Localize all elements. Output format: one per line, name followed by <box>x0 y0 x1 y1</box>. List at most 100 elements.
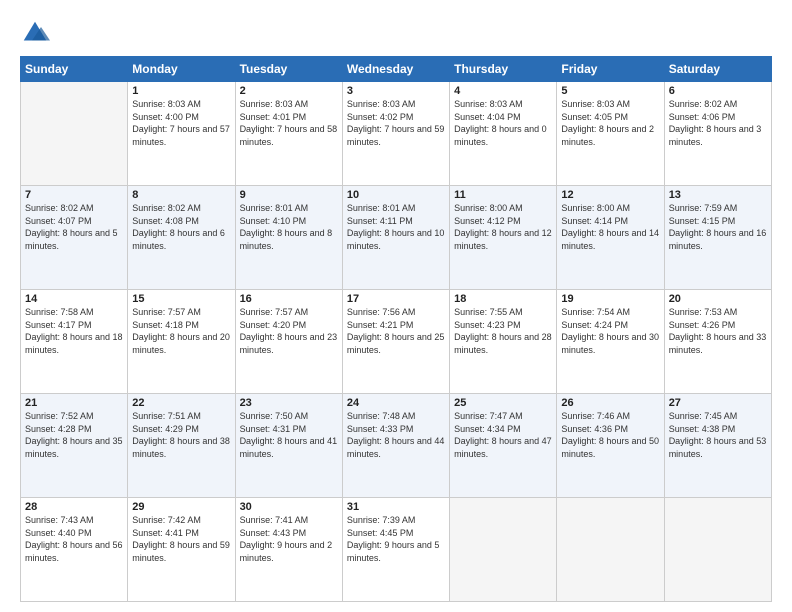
day-info: Sunrise: 7:42 AMSunset: 4:41 PMDaylight:… <box>132 514 230 564</box>
day-number: 16 <box>240 293 338 305</box>
day-number: 22 <box>132 397 230 409</box>
day-info: Sunrise: 7:41 AMSunset: 4:43 PMDaylight:… <box>240 514 338 564</box>
calendar-cell <box>557 498 664 602</box>
day-info: Sunrise: 8:03 AMSunset: 4:04 PMDaylight:… <box>454 98 552 148</box>
day-number: 7 <box>25 189 123 201</box>
calendar-cell: 21Sunrise: 7:52 AMSunset: 4:28 PMDayligh… <box>21 394 128 498</box>
calendar-cell: 11Sunrise: 8:00 AMSunset: 4:12 PMDayligh… <box>450 186 557 290</box>
logo <box>20 18 54 48</box>
day-number: 9 <box>240 189 338 201</box>
day-number: 26 <box>561 397 659 409</box>
day-info: Sunrise: 7:55 AMSunset: 4:23 PMDaylight:… <box>454 306 552 356</box>
calendar-cell: 22Sunrise: 7:51 AMSunset: 4:29 PMDayligh… <box>128 394 235 498</box>
calendar-cell: 6Sunrise: 8:02 AMSunset: 4:06 PMDaylight… <box>664 82 771 186</box>
day-number: 10 <box>347 189 445 201</box>
day-number: 24 <box>347 397 445 409</box>
day-info: Sunrise: 7:39 AMSunset: 4:45 PMDaylight:… <box>347 514 445 564</box>
day-info: Sunrise: 7:50 AMSunset: 4:31 PMDaylight:… <box>240 410 338 460</box>
week-row-2: 7Sunrise: 8:02 AMSunset: 4:07 PMDaylight… <box>21 186 772 290</box>
day-info: Sunrise: 8:00 AMSunset: 4:14 PMDaylight:… <box>561 202 659 252</box>
day-number: 28 <box>25 501 123 513</box>
calendar-cell: 28Sunrise: 7:43 AMSunset: 4:40 PMDayligh… <box>21 498 128 602</box>
weekday-header-friday: Friday <box>557 57 664 82</box>
day-info: Sunrise: 8:02 AMSunset: 4:08 PMDaylight:… <box>132 202 230 252</box>
day-info: Sunrise: 7:48 AMSunset: 4:33 PMDaylight:… <box>347 410 445 460</box>
day-info: Sunrise: 8:00 AMSunset: 4:12 PMDaylight:… <box>454 202 552 252</box>
page: SundayMondayTuesdayWednesdayThursdayFrid… <box>0 0 792 612</box>
day-info: Sunrise: 7:45 AMSunset: 4:38 PMDaylight:… <box>669 410 767 460</box>
day-number: 4 <box>454 85 552 97</box>
day-number: 30 <box>240 501 338 513</box>
weekday-header-wednesday: Wednesday <box>342 57 449 82</box>
day-info: Sunrise: 7:59 AMSunset: 4:15 PMDaylight:… <box>669 202 767 252</box>
week-row-3: 14Sunrise: 7:58 AMSunset: 4:17 PMDayligh… <box>21 290 772 394</box>
calendar-cell: 31Sunrise: 7:39 AMSunset: 4:45 PMDayligh… <box>342 498 449 602</box>
day-number: 23 <box>240 397 338 409</box>
calendar-cell: 8Sunrise: 8:02 AMSunset: 4:08 PMDaylight… <box>128 186 235 290</box>
day-info: Sunrise: 8:02 AMSunset: 4:06 PMDaylight:… <box>669 98 767 148</box>
weekday-header-row: SundayMondayTuesdayWednesdayThursdayFrid… <box>21 57 772 82</box>
day-info: Sunrise: 7:57 AMSunset: 4:18 PMDaylight:… <box>132 306 230 356</box>
day-info: Sunrise: 7:54 AMSunset: 4:24 PMDaylight:… <box>561 306 659 356</box>
day-info: Sunrise: 7:51 AMSunset: 4:29 PMDaylight:… <box>132 410 230 460</box>
day-number: 1 <box>132 85 230 97</box>
day-number: 8 <box>132 189 230 201</box>
calendar-cell: 25Sunrise: 7:47 AMSunset: 4:34 PMDayligh… <box>450 394 557 498</box>
calendar-cell: 19Sunrise: 7:54 AMSunset: 4:24 PMDayligh… <box>557 290 664 394</box>
day-info: Sunrise: 8:02 AMSunset: 4:07 PMDaylight:… <box>25 202 123 252</box>
calendar-cell: 20Sunrise: 7:53 AMSunset: 4:26 PMDayligh… <box>664 290 771 394</box>
calendar-cell: 12Sunrise: 8:00 AMSunset: 4:14 PMDayligh… <box>557 186 664 290</box>
calendar-cell: 17Sunrise: 7:56 AMSunset: 4:21 PMDayligh… <box>342 290 449 394</box>
calendar-cell: 29Sunrise: 7:42 AMSunset: 4:41 PMDayligh… <box>128 498 235 602</box>
calendar-cell <box>450 498 557 602</box>
calendar-cell: 14Sunrise: 7:58 AMSunset: 4:17 PMDayligh… <box>21 290 128 394</box>
day-number: 27 <box>669 397 767 409</box>
day-info: Sunrise: 8:03 AMSunset: 4:01 PMDaylight:… <box>240 98 338 148</box>
day-info: Sunrise: 7:52 AMSunset: 4:28 PMDaylight:… <box>25 410 123 460</box>
day-number: 3 <box>347 85 445 97</box>
calendar-cell: 2Sunrise: 8:03 AMSunset: 4:01 PMDaylight… <box>235 82 342 186</box>
day-number: 17 <box>347 293 445 305</box>
calendar-cell: 3Sunrise: 8:03 AMSunset: 4:02 PMDaylight… <box>342 82 449 186</box>
day-info: Sunrise: 8:03 AMSunset: 4:00 PMDaylight:… <box>132 98 230 148</box>
calendar-cell: 15Sunrise: 7:57 AMSunset: 4:18 PMDayligh… <box>128 290 235 394</box>
weekday-header-monday: Monday <box>128 57 235 82</box>
week-row-5: 28Sunrise: 7:43 AMSunset: 4:40 PMDayligh… <box>21 498 772 602</box>
day-number: 19 <box>561 293 659 305</box>
day-number: 13 <box>669 189 767 201</box>
week-row-1: 1Sunrise: 8:03 AMSunset: 4:00 PMDaylight… <box>21 82 772 186</box>
weekday-header-saturday: Saturday <box>664 57 771 82</box>
day-number: 18 <box>454 293 552 305</box>
calendar-cell: 24Sunrise: 7:48 AMSunset: 4:33 PMDayligh… <box>342 394 449 498</box>
day-number: 14 <box>25 293 123 305</box>
day-number: 12 <box>561 189 659 201</box>
day-info: Sunrise: 8:01 AMSunset: 4:10 PMDaylight:… <box>240 202 338 252</box>
day-info: Sunrise: 7:53 AMSunset: 4:26 PMDaylight:… <box>669 306 767 356</box>
weekday-header-tuesday: Tuesday <box>235 57 342 82</box>
day-info: Sunrise: 7:57 AMSunset: 4:20 PMDaylight:… <box>240 306 338 356</box>
calendar-cell: 1Sunrise: 8:03 AMSunset: 4:00 PMDaylight… <box>128 82 235 186</box>
day-number: 5 <box>561 85 659 97</box>
calendar-cell: 7Sunrise: 8:02 AMSunset: 4:07 PMDaylight… <box>21 186 128 290</box>
day-info: Sunrise: 8:01 AMSunset: 4:11 PMDaylight:… <box>347 202 445 252</box>
calendar-cell: 27Sunrise: 7:45 AMSunset: 4:38 PMDayligh… <box>664 394 771 498</box>
calendar-table: SundayMondayTuesdayWednesdayThursdayFrid… <box>20 56 772 602</box>
day-number: 15 <box>132 293 230 305</box>
week-row-4: 21Sunrise: 7:52 AMSunset: 4:28 PMDayligh… <box>21 394 772 498</box>
calendar-cell: 10Sunrise: 8:01 AMSunset: 4:11 PMDayligh… <box>342 186 449 290</box>
day-number: 31 <box>347 501 445 513</box>
day-info: Sunrise: 8:03 AMSunset: 4:02 PMDaylight:… <box>347 98 445 148</box>
calendar-cell <box>21 82 128 186</box>
day-info: Sunrise: 8:03 AMSunset: 4:05 PMDaylight:… <box>561 98 659 148</box>
header <box>20 18 772 48</box>
day-number: 20 <box>669 293 767 305</box>
day-info: Sunrise: 7:43 AMSunset: 4:40 PMDaylight:… <box>25 514 123 564</box>
calendar-cell: 18Sunrise: 7:55 AMSunset: 4:23 PMDayligh… <box>450 290 557 394</box>
calendar-cell: 30Sunrise: 7:41 AMSunset: 4:43 PMDayligh… <box>235 498 342 602</box>
day-number: 11 <box>454 189 552 201</box>
weekday-header-sunday: Sunday <box>21 57 128 82</box>
calendar-cell: 5Sunrise: 8:03 AMSunset: 4:05 PMDaylight… <box>557 82 664 186</box>
day-number: 2 <box>240 85 338 97</box>
calendar-cell: 13Sunrise: 7:59 AMSunset: 4:15 PMDayligh… <box>664 186 771 290</box>
day-info: Sunrise: 7:58 AMSunset: 4:17 PMDaylight:… <box>25 306 123 356</box>
